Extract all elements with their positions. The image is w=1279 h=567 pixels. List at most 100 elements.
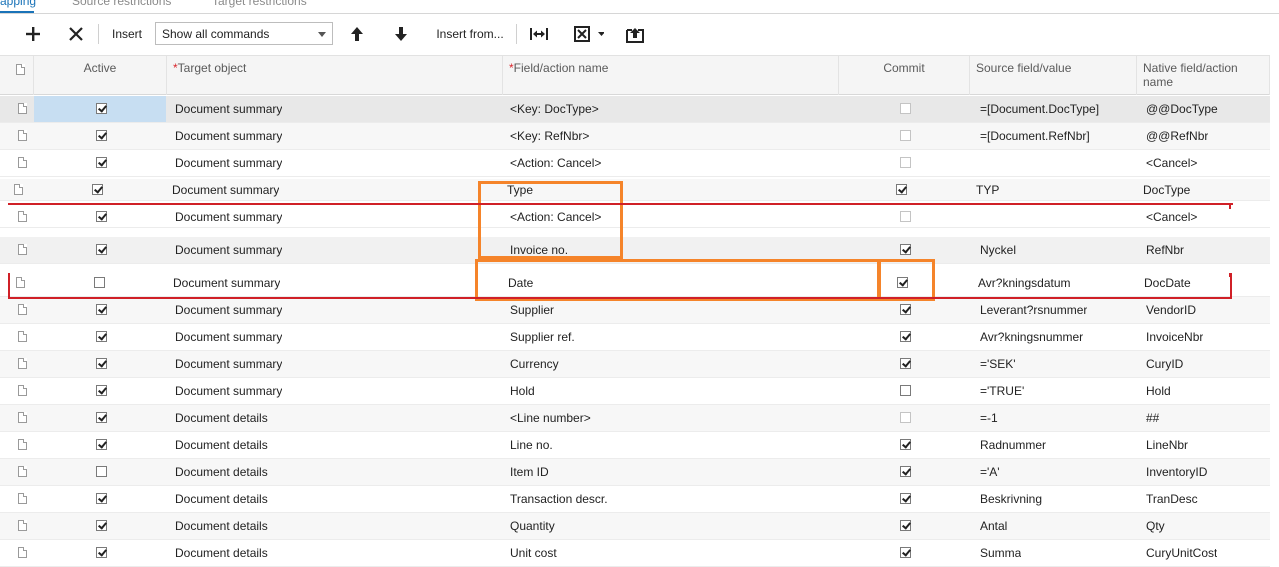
field-action-cell[interactable]: Line no. bbox=[510, 432, 553, 458]
native-field-cell[interactable]: <Cancel> bbox=[1146, 204, 1197, 230]
insert-button[interactable]: Insert bbox=[106, 14, 148, 54]
active-checkbox[interactable] bbox=[96, 211, 107, 222]
native-field-cell[interactable]: CuryID bbox=[1146, 351, 1183, 377]
source-field-cell[interactable]: TYP bbox=[976, 179, 999, 201]
table-row[interactable]: Document summary Supplier Leverant?rsnumme… bbox=[0, 297, 1270, 324]
field-action-cell[interactable]: Item ID bbox=[510, 459, 549, 485]
source-field-cell[interactable]: Beskrivning bbox=[980, 486, 1042, 512]
table-row[interactable]: Document summary <Action: Cancel> <Cancel> bbox=[0, 150, 1270, 177]
file-icon[interactable] bbox=[18, 412, 27, 423]
commit-checkbox[interactable] bbox=[900, 439, 911, 450]
commit-checkbox[interactable] bbox=[900, 304, 911, 315]
file-icon[interactable] bbox=[18, 520, 27, 531]
file-icon[interactable] bbox=[18, 466, 27, 477]
table-row[interactable]: Document details Transaction descr. Beskri… bbox=[0, 486, 1270, 513]
active-checkbox[interactable] bbox=[96, 130, 107, 141]
table-row[interactable]: Document summary Supplier ref. Avr?kningsn… bbox=[0, 324, 1270, 351]
native-field-cell[interactable]: InventoryID bbox=[1146, 459, 1207, 485]
field-action-cell[interactable]: Date bbox=[508, 270, 533, 296]
active-checkbox[interactable] bbox=[96, 439, 107, 450]
native-field-cell[interactable]: DocType bbox=[1143, 179, 1190, 201]
active-checkbox[interactable] bbox=[96, 304, 107, 315]
file-icon[interactable] bbox=[18, 358, 27, 369]
commit-checkbox[interactable] bbox=[900, 211, 911, 222]
header-source[interactable]: Source field/value bbox=[970, 56, 1137, 95]
tab-source-restrictions[interactable]: Source restrictions bbox=[72, 0, 171, 8]
file-icon[interactable] bbox=[18, 439, 27, 450]
target-object-cell[interactable]: Document details bbox=[175, 486, 268, 512]
active-checkbox[interactable] bbox=[96, 412, 107, 423]
commit-checkbox[interactable] bbox=[900, 493, 911, 504]
add-row-button[interactable] bbox=[20, 14, 46, 54]
target-object-cell[interactable]: Document details bbox=[175, 405, 268, 431]
file-icon[interactable] bbox=[18, 493, 27, 504]
source-field-cell[interactable]: =[Document.DocType] bbox=[980, 96, 1099, 122]
source-field-cell[interactable]: =-1 bbox=[980, 405, 998, 431]
table-row[interactable]: Document summary <Action: Cancel> <Cancel> bbox=[0, 204, 1270, 228]
header-field-action[interactable]: *Field/action name bbox=[503, 56, 839, 95]
target-object-cell[interactable]: Document summary bbox=[175, 297, 282, 323]
commit-checkbox[interactable] bbox=[900, 130, 911, 141]
native-field-cell[interactable]: @@RefNbr bbox=[1146, 123, 1208, 149]
file-icon[interactable] bbox=[16, 277, 25, 288]
native-field-cell[interactable]: TranDesc bbox=[1146, 486, 1198, 512]
table-row[interactable]: Document summary Date Avr?kningsdatum DocDa… bbox=[0, 270, 1270, 297]
field-action-cell[interactable]: <Line number> bbox=[510, 405, 591, 431]
tab-mapping[interactable]: apping bbox=[0, 0, 36, 8]
field-action-cell[interactable]: Hold bbox=[510, 378, 535, 404]
table-row[interactable]: Document summary Type TYP DocType bbox=[0, 179, 1270, 201]
commit-checkbox[interactable] bbox=[900, 358, 911, 369]
export-excel-button[interactable] bbox=[570, 14, 608, 54]
table-row[interactable]: Document summary <Key: RefNbr> =[Document.… bbox=[0, 123, 1270, 150]
source-field-cell[interactable]: ='SEK' bbox=[980, 351, 1016, 377]
source-field-cell[interactable]: Summa bbox=[980, 540, 1021, 566]
target-object-cell[interactable]: Document summary bbox=[175, 150, 282, 176]
native-field-cell[interactable]: CuryUnitCost bbox=[1146, 540, 1217, 566]
native-field-cell[interactable]: Qty bbox=[1146, 513, 1165, 539]
active-checkbox[interactable] bbox=[96, 331, 107, 342]
field-action-cell[interactable]: Supplier ref. bbox=[510, 324, 575, 350]
delete-row-button[interactable] bbox=[63, 14, 89, 54]
native-field-cell[interactable]: LineNbr bbox=[1146, 432, 1188, 458]
file-icon[interactable] bbox=[18, 331, 27, 342]
native-field-cell[interactable]: InvoiceNbr bbox=[1146, 324, 1203, 350]
target-object-cell[interactable]: Document summary bbox=[172, 179, 279, 201]
target-object-cell[interactable]: Document summary bbox=[173, 270, 280, 296]
commit-checkbox[interactable] bbox=[900, 412, 911, 423]
header-active[interactable]: Active bbox=[34, 56, 167, 95]
file-icon[interactable] bbox=[18, 103, 27, 114]
move-down-button[interactable] bbox=[388, 14, 414, 54]
active-checkbox[interactable] bbox=[96, 466, 107, 477]
table-row[interactable]: Document summary Invoice no. Nyckel RefNbr bbox=[0, 237, 1270, 264]
table-row[interactable]: Document summary Currency ='SEK' CuryID bbox=[0, 351, 1270, 378]
source-field-cell[interactable]: Avr?kningsnummer bbox=[980, 324, 1083, 350]
commit-checkbox[interactable] bbox=[900, 331, 911, 342]
table-row[interactable]: Document summary Hold ='TRUE' Hold bbox=[0, 378, 1270, 405]
command-filter-select[interactable]: Show all commands bbox=[155, 22, 333, 45]
file-icon[interactable] bbox=[18, 385, 27, 396]
commit-checkbox[interactable] bbox=[900, 385, 911, 396]
source-field-cell[interactable]: Antal bbox=[980, 513, 1007, 539]
native-field-cell[interactable]: VendorID bbox=[1146, 297, 1196, 323]
table-row[interactable]: Document details <Line number> =-1 ## bbox=[0, 405, 1270, 432]
active-checkbox[interactable] bbox=[96, 244, 107, 255]
insert-from-button[interactable]: Insert from... bbox=[432, 14, 508, 54]
native-field-cell[interactable]: Hold bbox=[1146, 378, 1171, 404]
field-action-cell[interactable]: Type bbox=[507, 179, 533, 201]
active-checkbox[interactable] bbox=[94, 277, 105, 288]
target-object-cell[interactable]: Document details bbox=[175, 513, 268, 539]
native-field-cell[interactable]: @@DocType bbox=[1146, 96, 1218, 122]
commit-checkbox[interactable] bbox=[900, 466, 911, 477]
native-field-cell[interactable]: <Cancel> bbox=[1146, 150, 1197, 176]
commit-checkbox[interactable] bbox=[896, 184, 907, 195]
file-icon[interactable] bbox=[18, 244, 27, 255]
native-field-cell[interactable]: ## bbox=[1146, 405, 1159, 431]
table-row[interactable]: Document summary <Key: DocType> =[Document… bbox=[0, 96, 1270, 123]
tab-target-restrictions[interactable]: Target restrictions bbox=[212, 0, 307, 8]
active-checkbox[interactable] bbox=[92, 184, 103, 195]
field-action-cell[interactable]: Quantity bbox=[510, 513, 555, 539]
commit-checkbox[interactable] bbox=[900, 103, 911, 114]
target-object-cell[interactable]: Document summary bbox=[175, 96, 282, 122]
target-object-cell[interactable]: Document details bbox=[175, 540, 268, 566]
commit-checkbox[interactable] bbox=[900, 157, 911, 168]
